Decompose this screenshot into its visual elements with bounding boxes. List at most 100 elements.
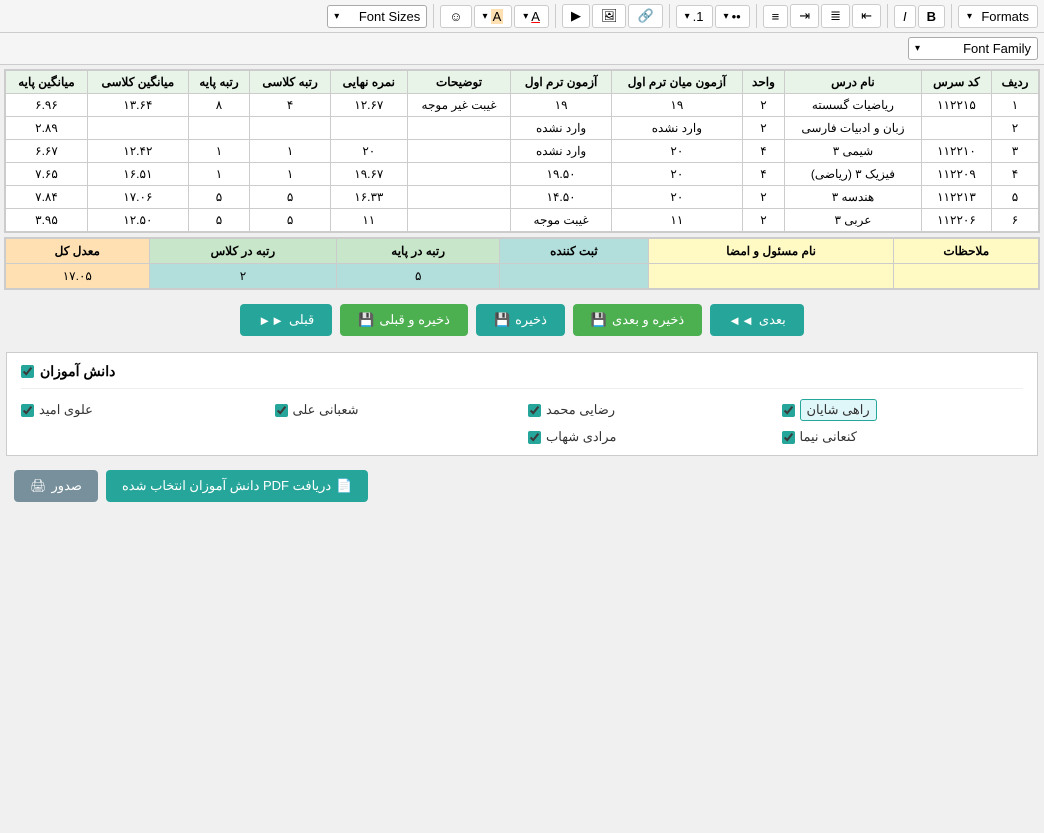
link-icon: 🔗	[637, 8, 653, 24]
save-label: ذخیره	[515, 312, 547, 328]
bg-color-button[interactable]: A ▾	[474, 5, 513, 28]
font-sizes-label: Font Sizes	[359, 9, 420, 24]
table-cell: ۲۰	[611, 186, 742, 209]
save-prev-button[interactable]: ذخیره و قبلی 💾	[340, 304, 468, 336]
italic-icon: I	[903, 9, 907, 24]
table-cell: ۲	[742, 209, 784, 232]
student-item: شعبانی علی	[275, 399, 517, 421]
table-cell: ۱۱۲۲۰۹	[921, 163, 991, 186]
media-button[interactable]: ▶	[562, 4, 590, 28]
font-color-button[interactable]: A ▾	[514, 5, 549, 28]
col-unit: واحد	[742, 71, 784, 94]
table-cell: ۸	[188, 94, 250, 117]
table-cell: ۱۷.۰۶	[87, 186, 188, 209]
students-select-all-checkbox[interactable]	[21, 365, 34, 378]
table-cell: ۱۶.۳۳	[330, 186, 407, 209]
table-cell: غیبت موجه	[511, 209, 612, 232]
student-checkbox[interactable]	[528, 404, 541, 417]
cell-payeh-rank: ۵	[337, 264, 500, 289]
student-checkbox[interactable]	[782, 431, 795, 444]
table-row: ۳۱۱۲۲۱۰شیمی ۳۴۲۰وارد نشده۲۰۱۱۱۲.۴۲۶.۶۷	[6, 140, 1039, 163]
table-cell: ۴	[742, 140, 784, 163]
table-cell: ۱۱۲۲۱۳	[921, 186, 991, 209]
emoji-button[interactable]: ☺	[440, 5, 471, 28]
table-cell	[330, 117, 407, 140]
link-button[interactable]: 🔗	[628, 4, 662, 28]
table-cell: ۱۱۲۲۱۰	[921, 140, 991, 163]
save-button[interactable]: ذخیره 💾	[476, 304, 565, 336]
table-cell	[407, 163, 511, 186]
table-cell: ۱	[250, 140, 331, 163]
student-checkbox[interactable]	[21, 404, 34, 417]
student-checkbox[interactable]	[782, 404, 795, 417]
prev-button[interactable]: قبلی ►►	[240, 304, 332, 336]
table-cell: ۱۶.۵۱	[87, 163, 188, 186]
separator-1	[951, 4, 952, 28]
align-left-button[interactable]: ⇤	[852, 4, 881, 28]
student-item: علوی امید	[21, 399, 263, 421]
table-cell: ۱	[992, 94, 1039, 117]
font-sizes-select[interactable]: Font Sizes ▾	[327, 5, 427, 28]
table-cell	[250, 117, 331, 140]
align-right-button[interactable]: ⇥	[790, 4, 819, 28]
students-grid: راهی شایانرضایی محمدشعبانی علیعلوی امیدک…	[21, 399, 1023, 445]
students-header: دانش آموزان	[21, 363, 1023, 389]
table-cell: ۲۰	[611, 140, 742, 163]
pdf-button[interactable]: 📄 دریافت PDF دانش آموزان انتخاب شده	[106, 470, 368, 502]
table-cell: فیزیک ۳ (ریاضی)	[785, 163, 922, 186]
save-next-button[interactable]: ذخیره و بعدی 💾	[573, 304, 702, 336]
bullet-list-icon: ••	[732, 9, 741, 24]
print-icon: 🖨	[30, 478, 47, 494]
table-cell: ۱۱۲۲۰۶	[921, 209, 991, 232]
student-checkbox[interactable]	[275, 404, 288, 417]
table-cell: ۴	[992, 163, 1039, 186]
col-mid1: آزمون میان ترم اول	[611, 71, 742, 94]
table-cell: ۴	[742, 163, 784, 186]
align-center-button[interactable]: ≣	[821, 4, 850, 28]
table-cell: شیمی ۳	[785, 140, 922, 163]
print-button[interactable]: صدور 🖨	[14, 470, 98, 502]
table-cell: ۶	[992, 209, 1039, 232]
numbered-list-button[interactable]: 1. ▾	[676, 5, 713, 28]
insert-group: 🔗 🖼 ▶	[562, 4, 663, 28]
image-button[interactable]: 🖼	[592, 4, 627, 28]
pdf-icon: 📄	[336, 478, 352, 494]
table-cell: ۲	[742, 186, 784, 209]
students-section: دانش آموزان راهی شایانرضایی محمدشعبانی ع…	[6, 352, 1038, 456]
table-cell	[87, 117, 188, 140]
table-cell: ۱۲.۴۲	[87, 140, 188, 163]
student-checkbox[interactable]	[528, 431, 541, 444]
bold-button[interactable]: B	[918, 5, 945, 28]
font-family-select[interactable]: Font Family ▾	[908, 37, 1038, 60]
col-name: نام درس	[785, 71, 922, 94]
align-justify-button[interactable]: ≡	[763, 5, 789, 28]
table-cell: ۲.۸۹	[6, 117, 88, 140]
print-label: صدور	[52, 478, 82, 494]
font-color-icon: A	[531, 9, 540, 24]
next-button[interactable]: بعدی ◄◄	[710, 304, 804, 336]
col-code: کد سرس	[921, 71, 991, 94]
formats-button[interactable]: Formats ▾	[958, 5, 1038, 28]
table-cell: وارد نشده	[511, 140, 612, 163]
student-name: شعبانی علی	[293, 402, 359, 418]
col-class-rank: رتبه کلاسی	[250, 71, 331, 94]
table-row: ۴۱۱۲۲۰۹فیزیک ۳ (ریاضی)۴۲۰۱۹.۵۰۱۹.۶۷۱۱۱۶.…	[6, 163, 1039, 186]
table-cell: ۱۴.۵۰	[511, 186, 612, 209]
col-term1: آزمون ترم اول	[511, 71, 612, 94]
table-cell: ۵	[188, 186, 250, 209]
table-cell: ۱۹.۶۷	[330, 163, 407, 186]
next-icon: ◄◄	[728, 313, 754, 328]
numbered-list-icon: 1.	[693, 9, 704, 24]
media-icon: ▶	[571, 8, 581, 24]
save-next-label: ذخیره و بعدی	[612, 312, 684, 328]
align-justify-icon: ≡	[772, 9, 780, 24]
formats-chevron-icon: ▾	[967, 11, 972, 22]
col-level-avg: میانگین پایه	[6, 71, 88, 94]
italic-button[interactable]: I	[894, 5, 916, 28]
bullet-list-button[interactable]: •• ▾	[715, 5, 750, 28]
table-cell: عربی ۳	[785, 209, 922, 232]
col-masool: نام مسئول و امضا	[648, 239, 894, 264]
table-cell: ۱۹	[611, 94, 742, 117]
col-notes: توضیحات	[407, 71, 511, 94]
col-level-rank: رتبه پایه	[188, 71, 250, 94]
